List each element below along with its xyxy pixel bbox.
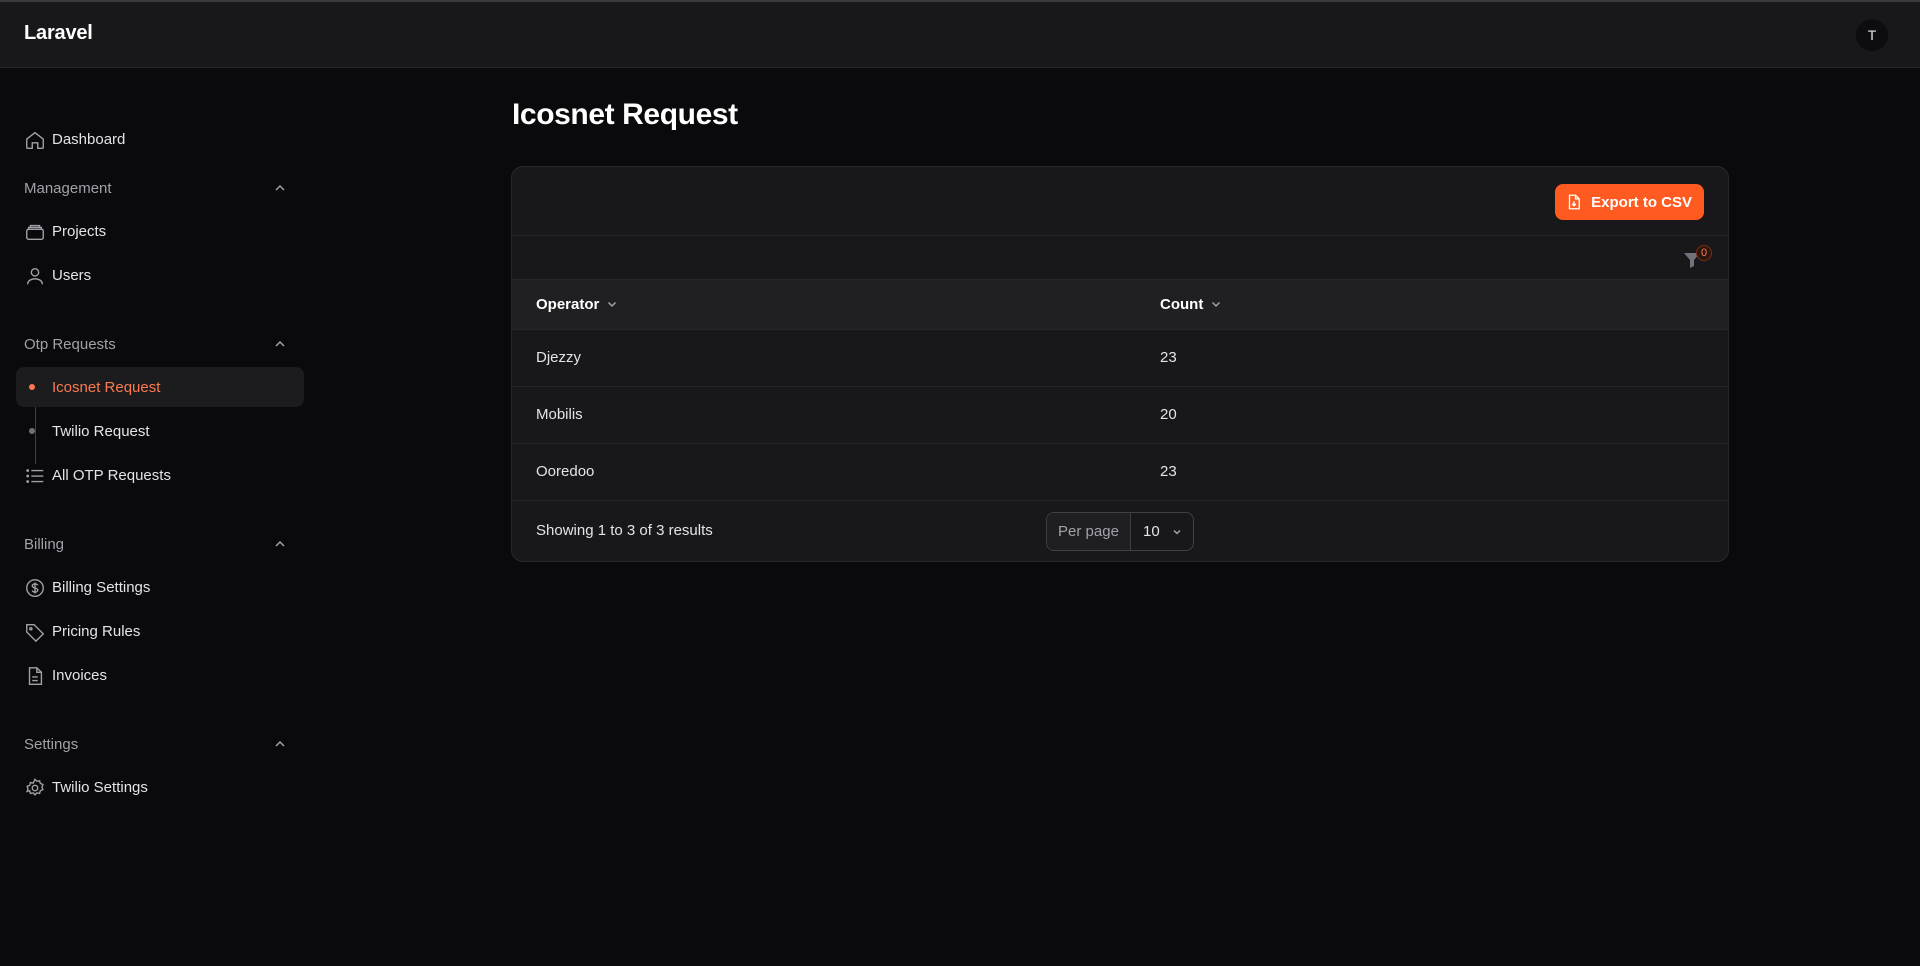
sidebar-item-label: Users [52,266,92,284]
list-icon [24,465,46,487]
stack-icon [24,221,46,243]
column-header-count[interactable]: Count [1160,280,1728,329]
sidebar-item-label: Twilio Request [52,422,150,440]
table-row[interactable]: Djezzy 23 [512,329,1728,386]
sidebar-item-label: Icosnet Request [52,378,161,396]
column-header-operator[interactable]: Operator [512,280,1160,329]
brand-logo[interactable]: Laravel [24,22,93,45]
sidebar-item-billing-settings[interactable]: Billing Settings [16,567,304,607]
group-settings[interactable]: Settings [24,732,296,756]
cell-operator: Djezzy [536,349,582,366]
sidebar-item-users[interactable]: Users [16,255,304,295]
group-otp-requests[interactable]: Otp Requests [24,332,296,356]
table-header-row: Operator Count [512,280,1728,329]
sidebar-item-label: Dashboard [52,130,126,148]
group-billing[interactable]: Billing [24,532,296,556]
cell-operator: Ooredoo [536,463,595,481]
filter-button[interactable]: 0 [1682,245,1712,270]
top-bar: Laravel T [0,2,1920,68]
chevron-down-icon [1212,302,1221,308]
sidebar-item-twilio-request[interactable]: Twilio Request [16,411,304,451]
filter-count-badge: 0 [1696,245,1712,261]
cell-count: 20 [1160,406,1177,423]
table-header-toolbar: Export to CSV [512,167,1728,236]
group-label: Otp Requests [24,335,116,353]
per-page-label: Per page [1047,513,1131,550]
table-row[interactable]: Mobilis 20 [512,386,1728,443]
table-row[interactable]: Ooredoo 23 [512,443,1728,500]
per-page-select[interactable]: 10 [1131,513,1193,550]
pagination-footer: Showing 1 to 3 of 3 results Per page 10 [512,500,1728,561]
tag-icon [24,621,46,643]
gear-icon [24,777,46,799]
sidebar-item-label: Invoices [52,666,108,684]
group-label: Settings [24,735,79,753]
page-title: Icosnet Request [512,98,738,131]
sidebar-item-invoices[interactable]: Invoices [16,655,304,695]
sidebar-item-label: Twilio Settings [52,778,148,796]
per-page-selector: Per page 10 [1046,512,1194,551]
chevron-up-icon [272,736,288,752]
document-icon [24,665,46,687]
sidebar-item-label: Projects [52,222,107,240]
sidebar-item-dashboard[interactable]: Dashboard [16,119,304,159]
chevron-up-icon [272,180,288,196]
group-label: Management [24,179,112,197]
sidebar-item-label: All OTP Requests [52,466,171,484]
sidebar-item-twilio-settings[interactable]: Twilio Settings [16,767,304,807]
bullet-dot-icon [29,428,35,434]
chevron-up-icon [272,536,288,552]
chevron-down-icon [608,302,617,308]
chevron-up-icon [272,336,288,352]
home-icon [24,129,46,151]
user-avatar[interactable]: T [1856,19,1888,51]
user-icon [24,265,46,287]
export-csv-button[interactable]: Export to CSV [1555,184,1704,220]
sidebar-item-icosnet-request[interactable]: Icosnet Request [16,367,304,407]
column-label: Operator [536,295,600,313]
sidebar: Dashboard Management Projects Users Otp … [0,69,320,966]
filter-row: 0 [512,236,1728,280]
sidebar-item-projects[interactable]: Projects [16,211,304,251]
sidebar-item-label: Billing Settings [52,578,151,596]
export-button-label: Export to CSV [1591,193,1692,211]
table-card: Export to CSV 0 Operator Count Djezzy 23… [511,166,1729,562]
sidebar-item-all-otp-requests[interactable]: All OTP Requests [16,455,304,495]
results-summary: Showing 1 to 3 of 3 results [536,522,713,539]
column-label: Count [1160,295,1204,313]
group-management[interactable]: Management [24,176,296,200]
per-page-value: 10 [1143,523,1160,540]
sidebar-item-pricing-rules[interactable]: Pricing Rules [16,611,304,651]
cell-count: 23 [1160,349,1177,366]
chevron-down-icon [1173,529,1181,535]
cell-count: 23 [1160,463,1177,481]
dollar-circle-icon [24,577,46,599]
sidebar-item-label: Pricing Rules [52,622,141,640]
file-download-icon [1568,194,1581,210]
group-label: Billing [24,535,65,553]
data-table: Operator Count Djezzy 23 Mobilis 20 Oore… [512,280,1728,500]
bullet-dot-icon [29,384,35,390]
cell-operator: Mobilis [536,406,583,423]
